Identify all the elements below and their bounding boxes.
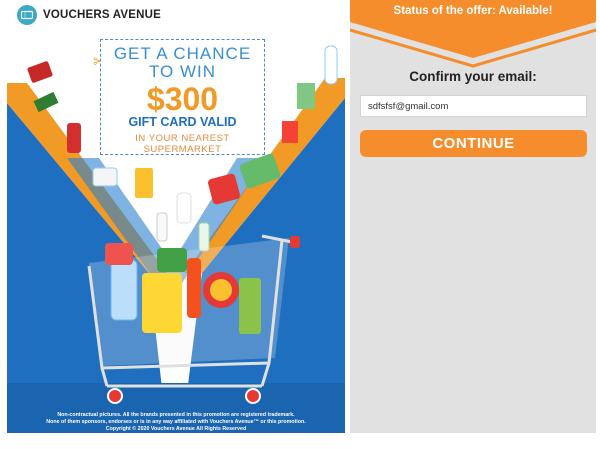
disclaimer-line-1: Non-contractual pictures. All the brands… xyxy=(57,412,295,418)
continue-button[interactable]: CONTINUE xyxy=(360,130,587,157)
promo-hero-image: ✂ GET A CHANCE TO WIN $300 GIFT CARD VAL… xyxy=(7,28,345,433)
brand-name: VOUCHERS AVENUE xyxy=(43,9,162,21)
promo-headline-1: GET A CHANCE xyxy=(113,44,252,63)
promo-gift-card: GIFT CARD VALID xyxy=(128,115,237,129)
promo-amount: $300 xyxy=(146,81,219,117)
promo-headline-2: TO WIN xyxy=(148,62,217,81)
brand-header: VOUCHERS AVENUE xyxy=(17,4,161,26)
legal-disclaimer: Non-contractual pictures. All the brands… xyxy=(7,412,345,433)
promo-location: IN YOUR NEAREST SUPERMARKET xyxy=(101,133,264,155)
confirm-email-label: Confirm your email: xyxy=(409,69,537,84)
disclaimer-line-3: Copyright © 2020 Vouchers Avenue All Rig… xyxy=(105,426,247,432)
email-input[interactable] xyxy=(360,95,587,117)
ticket-icon xyxy=(17,5,37,25)
disclaimer-line-2: None of them sponsors, endorses or is in… xyxy=(46,419,306,425)
promo-location-line-2: SUPERMARKET xyxy=(143,144,222,155)
promo-location-line-1: IN YOUR NEAREST xyxy=(135,133,230,144)
promo-coupon-box: GET A CHANCE TO WIN $300 GIFT CARD VALID… xyxy=(100,39,265,155)
offer-panel: Status of the offer: Available! Confirm … xyxy=(350,0,596,433)
promo-panel: VOUCHERS AVENUE GET A CHANCE TO WIN $300… xyxy=(0,0,350,449)
offer-status-text: Status of the offer: Available! xyxy=(393,5,553,17)
